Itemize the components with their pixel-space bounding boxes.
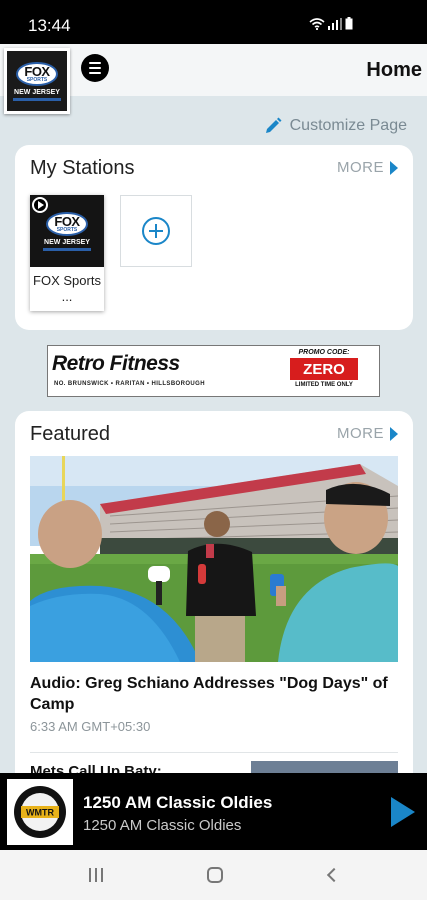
play-button[interactable] xyxy=(391,797,415,827)
station-name: FOX Sports ... xyxy=(33,273,101,304)
station-logo[interactable]: FOX SPORTS NEW JERSEY xyxy=(4,48,70,114)
station-tile[interactable]: FOX SPORTS NEW JERSEY FOX Sports ... xyxy=(30,195,104,311)
classic-oldies-logo: WMTR xyxy=(14,786,66,838)
pencil-icon xyxy=(265,117,282,133)
plus-icon xyxy=(142,217,170,245)
add-station-button[interactable] xyxy=(120,195,192,267)
signal-icon xyxy=(328,18,342,30)
featured-timestamp: 6:33 AM GMT+05:30 xyxy=(30,719,151,734)
now-playing-title: 1250 AM Classic Oldies xyxy=(83,793,273,812)
app-header: FOX SPORTS NEW JERSEY Home xyxy=(0,44,427,114)
ad-locations: NO. BRUNSWICK • RARITAN • HILLSBOROUGH xyxy=(54,381,205,387)
fox-sports-logo: FOX SPORTS NEW JERSEY xyxy=(13,61,61,101)
np-logo-text: WMTR xyxy=(26,808,54,818)
chevron-right-icon xyxy=(390,426,398,441)
recents-icon[interactable] xyxy=(89,868,103,882)
customize-label: Customize Page xyxy=(289,117,407,134)
now-playing-subtitle: 1250 AM Classic Oldies xyxy=(83,817,242,834)
ad-promo-label: PROMO CODE: xyxy=(298,349,350,356)
status-time: 13:44 xyxy=(28,16,71,35)
featured-more-button[interactable]: MORE xyxy=(337,425,398,442)
featured-image[interactable] xyxy=(30,456,398,662)
chevron-right-icon xyxy=(390,160,398,175)
menu-button[interactable] xyxy=(81,54,109,82)
featured-headline[interactable]: Audio: Greg Schiano Addresses "Dog Days"… xyxy=(30,673,398,715)
now-playing-bar[interactable]: WMTR 1250 AM Classic Oldies 1250 AM Clas… xyxy=(0,773,427,850)
featured-card: Featured MORE Audio: Greg Schiano Addres… xyxy=(15,411,413,791)
more-label: MORE xyxy=(337,425,384,442)
ad-banner[interactable]: Retro Fitness NO. BRUNSWICK • RARITAN • … xyxy=(47,345,380,397)
status-icons xyxy=(309,17,353,30)
divider xyxy=(30,752,398,753)
customize-page-button[interactable]: Customize Page xyxy=(264,117,407,135)
fox-sports-logo: FOX SPORTS NEW JERSEY xyxy=(43,211,91,251)
back-icon[interactable] xyxy=(326,867,342,883)
home-icon[interactable] xyxy=(207,867,223,883)
more-label: MORE xyxy=(337,159,384,176)
play-icon xyxy=(32,197,48,213)
system-nav-bar xyxy=(0,850,427,900)
status-bar: 13:44 xyxy=(0,0,427,44)
ad-promo: PROMO CODE: ZERO LIMITED TIME ONLY xyxy=(269,349,379,388)
my-stations-title: My Stations xyxy=(30,157,135,179)
my-stations-card: My Stations MORE FOX SPORTS NEW JERSEY FO… xyxy=(15,145,413,330)
wmtr-logo: WMTR xyxy=(7,779,73,845)
wifi-icon xyxy=(309,18,325,30)
featured-title: Featured xyxy=(30,423,111,445)
station-tile-logo: FOX SPORTS NEW JERSEY xyxy=(30,195,104,267)
battery-icon xyxy=(345,17,353,30)
my-stations-more-button[interactable]: MORE xyxy=(337,159,398,176)
page-title: Home xyxy=(366,59,422,81)
ad-promo-code: ZERO xyxy=(290,358,358,380)
ad-promo-note: LIMITED TIME ONLY xyxy=(295,382,353,388)
stadium-press-photo xyxy=(30,456,398,662)
ad-brand: Retro Fitness xyxy=(52,352,180,375)
